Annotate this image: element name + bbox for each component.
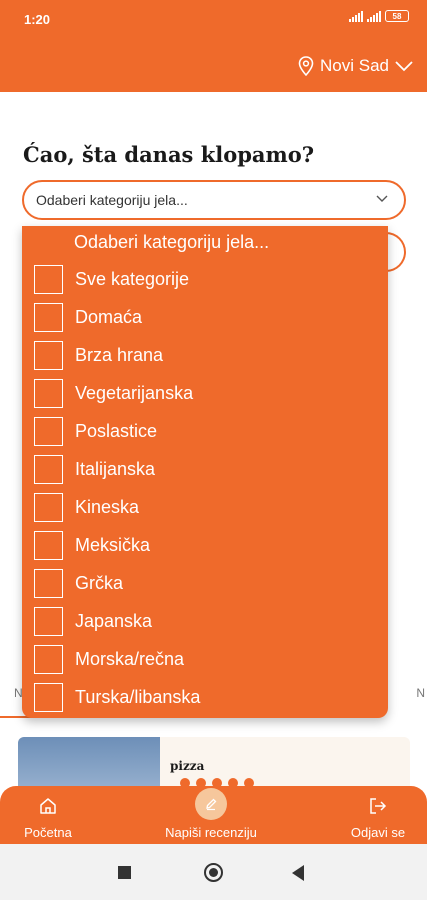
home-button[interactable] (204, 863, 223, 882)
checkbox[interactable] (34, 340, 63, 370)
dropdown-item-italijanska[interactable]: Italijanska (34, 454, 155, 484)
dropdown-item-label: Italijanska (75, 458, 156, 479)
page-title: Ćao, šta danas klopamo? (23, 142, 315, 167)
logout-icon (370, 798, 387, 814)
home-icon (40, 798, 56, 814)
category-dropdown: Odaberi kategoriju jela... Sve kategorij… (22, 226, 388, 718)
dropdown-item-label: Japanska (75, 610, 153, 631)
dropdown-item-meksicka[interactable]: Meksička (34, 530, 150, 560)
category-select-placeholder: Odaberi kategoriju jela... (36, 192, 188, 208)
dropdown-item-label: Poslastice (75, 420, 158, 441)
signal-icon-2 (367, 10, 381, 22)
background-label-right: N (416, 686, 425, 700)
dropdown-item-label: Vegetarijanska (75, 382, 194, 403)
dropdown-item-domaca[interactable]: Domaća (34, 302, 142, 332)
dropdown-item-kineska[interactable]: Kineska (34, 492, 139, 522)
checkbox[interactable] (34, 682, 63, 712)
dropdown-item-label: Morska/rečna (75, 648, 185, 669)
battery-icon: 58 (385, 10, 409, 22)
back-button[interactable] (292, 865, 304, 881)
nav-home[interactable]: Početna (0, 786, 98, 844)
checkbox[interactable] (34, 644, 63, 674)
write-review-button[interactable] (195, 788, 227, 820)
system-navigation-bar (0, 844, 427, 900)
checkbox[interactable] (34, 416, 63, 446)
dropdown-item-brza-hrana[interactable]: Brza hrana (34, 340, 163, 370)
checkbox[interactable] (34, 492, 63, 522)
nav-logout[interactable]: Odjavi se (328, 786, 427, 844)
dropdown-item-label: Turska/libanska (75, 686, 201, 707)
signal-icon (349, 10, 363, 22)
dropdown-header[interactable]: Odaberi kategoriju jela... (74, 232, 269, 253)
location-selector[interactable]: Novi Sad (298, 56, 413, 76)
recents-button[interactable] (118, 866, 131, 879)
chevron-down-icon (395, 61, 413, 72)
dropdown-item-turska-libanska[interactable]: Turska/libanska (34, 682, 200, 712)
location-label: Novi Sad (320, 56, 389, 75)
dropdown-item-label: Sve kategorije (75, 268, 190, 289)
pencil-icon (206, 798, 217, 811)
checkbox[interactable] (34, 302, 63, 332)
status-icons: 58 (349, 10, 409, 22)
dropdown-item-label: Meksička (75, 534, 151, 555)
nav-home-label: Početna (24, 825, 72, 840)
checkbox[interactable] (34, 378, 63, 408)
status-time: 1:20 (24, 12, 51, 27)
location-pin-icon (298, 56, 314, 76)
dropdown-item-label: Grčka (75, 572, 124, 593)
battery-level: 58 (392, 11, 402, 21)
bottom-navigation: Početna Napiši recenziju Odjavi se (0, 786, 427, 844)
nav-write-review[interactable]: Napiši recenziju (161, 786, 261, 844)
dropdown-item-morska-recna[interactable]: Morska/rečna (34, 644, 184, 674)
chevron-down-icon (376, 195, 388, 202)
checkbox[interactable] (34, 530, 63, 560)
dropdown-item-label: Domaća (75, 306, 143, 327)
dropdown-item-japanska[interactable]: Japanska (34, 606, 152, 636)
dropdown-item-vegetarijanska[interactable]: Vegetarijanska (34, 378, 193, 408)
dropdown-item-grcka[interactable]: Grčka (34, 568, 123, 598)
checkbox[interactable] (34, 454, 63, 484)
app-header: 1:20 58 Novi Sad (0, 0, 427, 92)
dropdown-item-label: Kineska (75, 496, 140, 517)
nav-review-label: Napiši recenziju (165, 825, 257, 840)
nav-logout-label: Odjavi se (350, 825, 406, 840)
dropdown-item-label: Brza hrana (75, 344, 164, 365)
category-select[interactable]: Odaberi kategoriju jela... (22, 180, 406, 220)
checkbox[interactable] (34, 568, 63, 598)
dropdown-item-poslastice[interactable]: Poslastice (34, 416, 157, 446)
checkbox[interactable] (34, 264, 63, 294)
restaurant-title: pizza (170, 759, 205, 773)
checkbox[interactable] (34, 606, 63, 636)
dropdown-item-sve-kategorije[interactable]: Sve kategorije (34, 264, 189, 294)
